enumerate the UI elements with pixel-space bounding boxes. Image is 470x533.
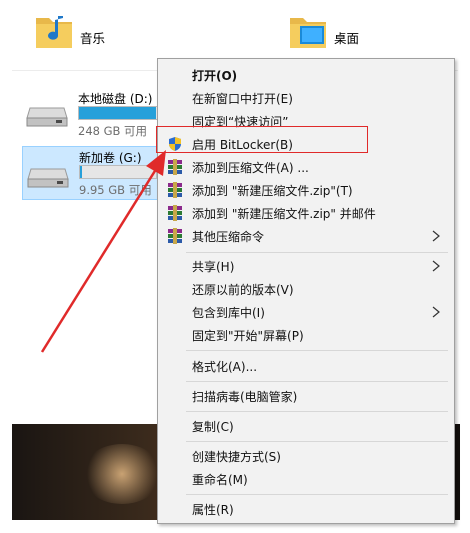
annotation-arrow-icon xyxy=(40,150,166,353)
